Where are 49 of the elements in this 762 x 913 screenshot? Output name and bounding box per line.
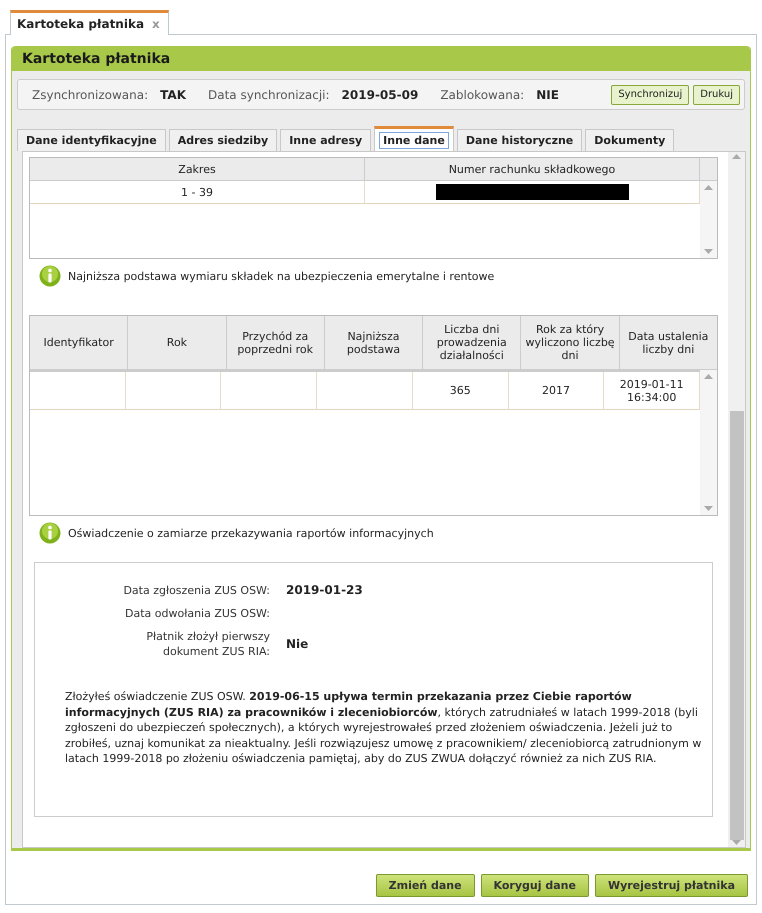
column-header: Liczba dni prowadzenia działalności <box>423 316 522 369</box>
scroll-up-icon[interactable] <box>704 185 713 190</box>
toolbar-button[interactable]: Drukuj <box>693 84 740 104</box>
column-header: Przychód za poprzedni rok <box>226 316 325 369</box>
column-header: Identyfikator <box>30 316 128 369</box>
scrollbar[interactable] <box>700 181 717 258</box>
action-button[interactable]: Koryguj dane <box>480 874 589 897</box>
status-value: TAK <box>160 88 186 102</box>
status-label: Zsynchronizowana: <box>32 88 148 102</box>
scroll-up-icon[interactable] <box>732 154 741 159</box>
column-header: Zakres <box>30 158 365 180</box>
field-label: Data odwołania ZUS OSW: <box>124 606 270 621</box>
scroll-up-icon[interactable] <box>704 374 713 379</box>
column-header: Najniższa podstawa <box>324 316 424 369</box>
document-tab[interactable]: Kartoteka płatnika x <box>10 10 169 35</box>
status-label: Zablokowana: <box>440 88 524 102</box>
tab[interactable]: Dokumenty <box>585 129 674 151</box>
scrollbar[interactable] <box>700 370 717 515</box>
info-icon <box>39 522 61 544</box>
scroll-down-icon[interactable] <box>704 506 713 511</box>
tab[interactable]: Inne dane <box>374 126 454 151</box>
field-label: Data zgłoszenia ZUS OSW: <box>122 583 270 598</box>
field-value: Nie <box>286 636 310 652</box>
info-icon <box>39 265 61 287</box>
tab[interactable]: Inne adresy <box>280 129 372 151</box>
notice-text: Złożyłeś oświadczenie ZUS OSW. 2019-06-15 upływa termin przekazania przez Ciebie raportów informacyjnych (ZUS RIA) za pracowników i zleceniobiorców, których zatrudniałeś w latach 1999-2018 (byli zgłoszeni do ubezpieczeń społecznych), a których wyrejestrowałeś przed złożeniem oświadczenia. Jeżeli już to zrobiłeś, uznaj komunikat za nieaktualny. Jeśli rozwiązujesz umowę z pracownikiem/ zleceniobiorcą zatrudnionym w latach 1999-2018 po złożeniu oświadczenia pamiętaj, aby do ZUS ZWUA dołączyć również za nich ZUS RIA. <box>65 689 702 766</box>
panel-title: Kartoteka płatnika <box>12 46 750 71</box>
info-text: Oświadczenie o zamiarze przekazywania raportów informacyjnych <box>68 526 434 540</box>
action-button[interactable]: Wyrejestruj płatnika <box>594 874 748 897</box>
table-cell: 1 - 39 <box>30 181 365 203</box>
column-header: Rok <box>128 316 227 369</box>
scroll-down-icon[interactable] <box>704 249 713 254</box>
status-value: NIE <box>536 88 559 102</box>
action-button[interactable]: Zmień dane <box>376 874 475 897</box>
table-cell: 2017 <box>508 372 604 409</box>
column-header: Numer rachunku składkowego <box>365 158 700 180</box>
column-header: Rok za który wyliczono liczbę dni <box>521 316 620 369</box>
field-value: 2019-01-23 <box>286 583 364 598</box>
column-header: Data ustalenia liczby dni <box>627 328 710 358</box>
tab[interactable]: Adres siedziby <box>168 129 278 151</box>
tab[interactable]: Dane identyfikacyjne <box>17 129 166 151</box>
info-text: Najniższa podstawa wymiaru składek na ubezpieczenia emerytalne i rentowe <box>68 270 494 282</box>
status-label: Data synchronizacji: <box>208 88 330 102</box>
table-cell: 365 <box>412 372 509 409</box>
field-label: Płatnik złożył pierwszy dokument ZUS RIA: <box>145 629 270 659</box>
toolbar-button[interactable]: Synchronizuj <box>611 84 690 104</box>
tab[interactable]: Dane historyczne <box>456 129 582 151</box>
scrollbar[interactable] <box>728 152 745 847</box>
status-value: 2019-05-09 <box>342 88 418 102</box>
